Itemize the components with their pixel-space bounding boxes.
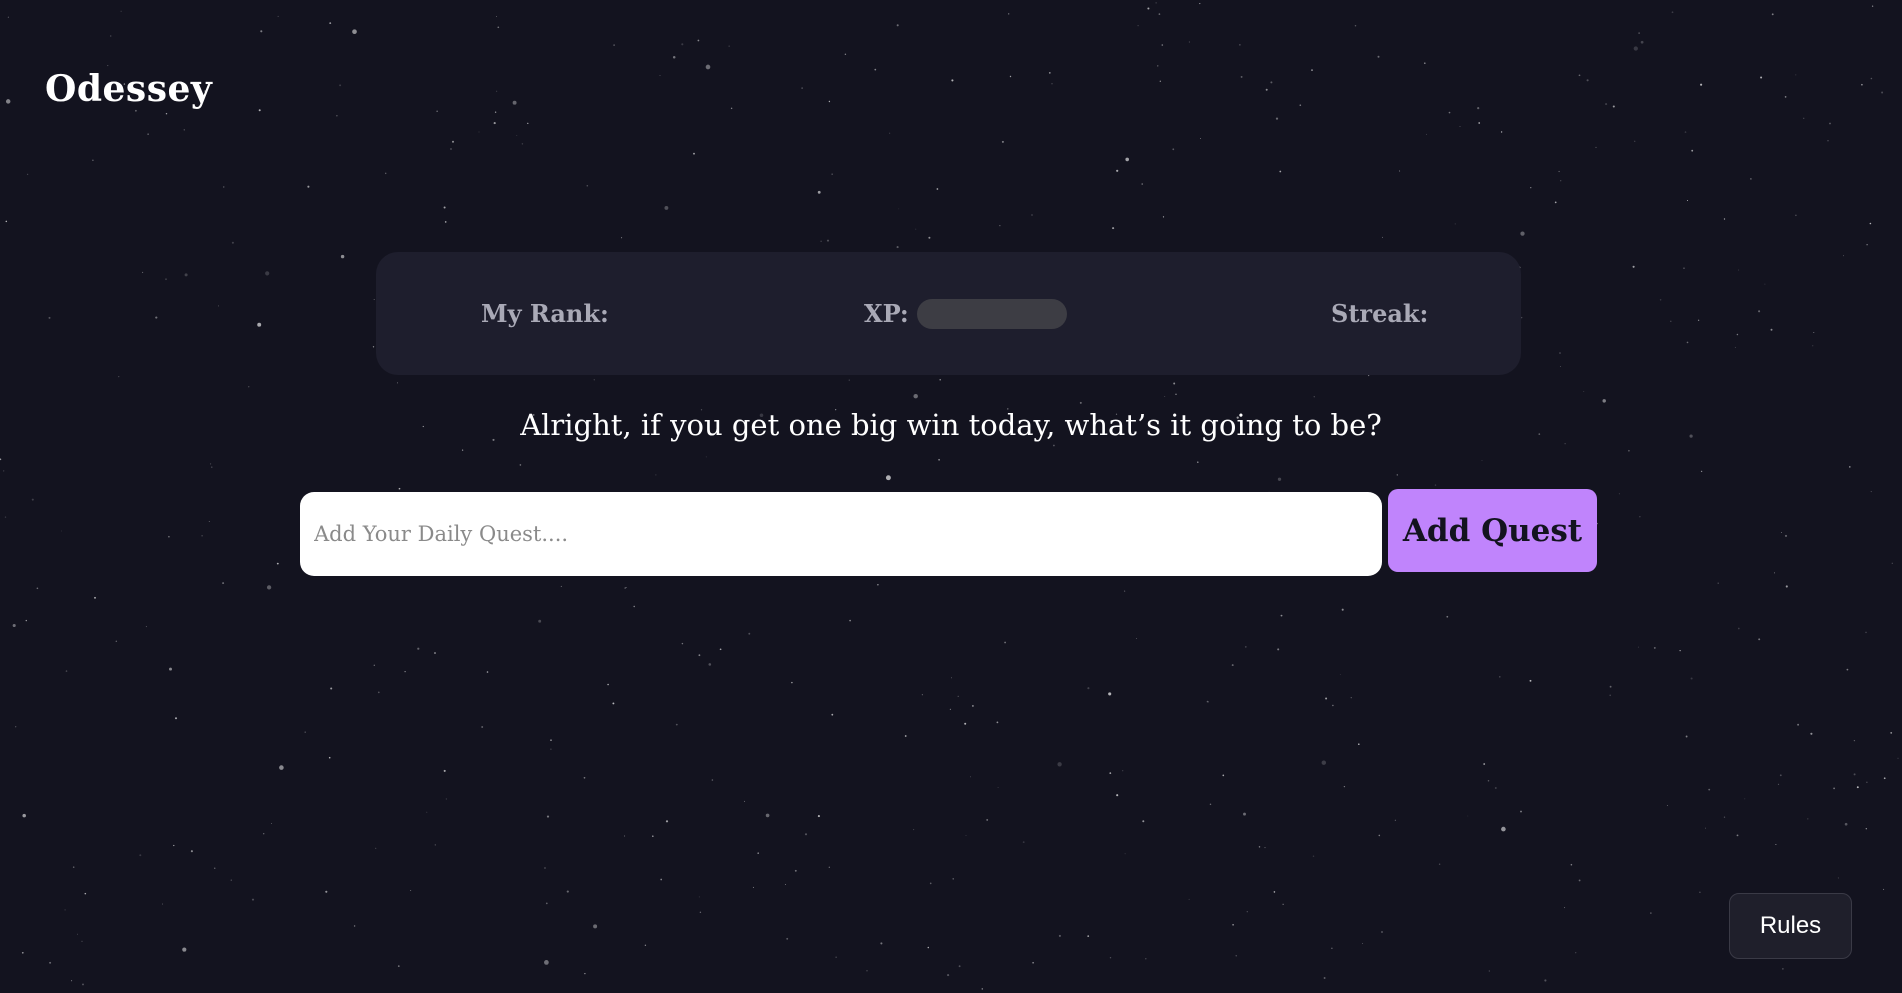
stats-card: My Rank: XP: Streak:	[376, 252, 1521, 375]
streak-label: Streak:	[1331, 299, 1429, 328]
streak-stat: Streak:	[1331, 252, 1428, 375]
rank-stat: My Rank:	[481, 252, 609, 375]
rules-button[interactable]: Rules	[1729, 893, 1852, 959]
quest-input[interactable]	[300, 492, 1382, 576]
add-quest-button[interactable]: Add Quest	[1388, 489, 1597, 572]
xp-progress-bar	[916, 298, 1067, 329]
rank-label: My Rank:	[481, 299, 609, 328]
xp-label: XP:	[864, 299, 909, 328]
daily-prompt: Alright, if you get one big win today, w…	[520, 408, 1382, 442]
brand-logo: Odessey	[45, 68, 213, 110]
xp-stat: XP:	[864, 252, 1067, 375]
